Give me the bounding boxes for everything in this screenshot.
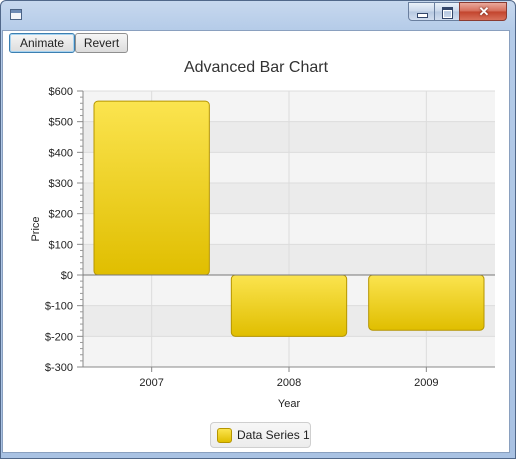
y-tick-label: $600 (49, 86, 73, 98)
x-axis-label: Year (278, 398, 301, 410)
maximize-button[interactable] (434, 2, 460, 21)
legend-swatch (217, 428, 232, 443)
y-tick-label: $200 (49, 209, 73, 221)
legend-label: Data Series 1 (237, 428, 310, 442)
x-tick-label: 2007 (139, 377, 163, 389)
y-tick-label: $300 (49, 178, 73, 190)
y-tick-label: $100 (49, 239, 73, 251)
y-tick-label: $400 (49, 147, 73, 159)
bar-2007 (93, 100, 210, 276)
y-tick-label: $-200 (45, 331, 73, 343)
title-bar[interactable]: ✕ (1, 1, 515, 29)
y-tick-label: $-300 (45, 362, 73, 374)
x-axis-ticks: 2007 2008 2009 (139, 367, 439, 389)
app-window: ✕ Animate Revert Advanced Bar Chart $600… (0, 0, 516, 459)
close-icon: ✕ (478, 4, 490, 19)
y-tick-label: $-100 (45, 301, 73, 313)
bar-chart: $600 $500 $400 $300 $200 $100 $0 $-100 $-200 $-30… (30, 86, 495, 410)
chart-legend: Data Series 1 (210, 422, 311, 448)
x-tick-label: 2008 (277, 377, 301, 389)
minimize-icon (417, 13, 428, 18)
bar-2008 (230, 274, 348, 337)
maximize-icon (442, 7, 453, 19)
x-tick-label: 2009 (414, 377, 438, 389)
y-axis-label: Price (30, 216, 42, 241)
y-axis-ticks: $600 $500 $400 $300 $200 $100 $0 $-100 $-200 $-30… (45, 86, 83, 374)
y-tick-label: $0 (61, 270, 73, 282)
minimize-button[interactable] (408, 2, 435, 21)
y-tick-label: $500 (49, 117, 73, 129)
bar-2009 (368, 274, 485, 331)
close-button[interactable]: ✕ (459, 2, 507, 21)
window-content: Animate Revert Advanced Bar Chart $600 $5… (2, 30, 510, 453)
app-icon[interactable] (10, 9, 22, 20)
